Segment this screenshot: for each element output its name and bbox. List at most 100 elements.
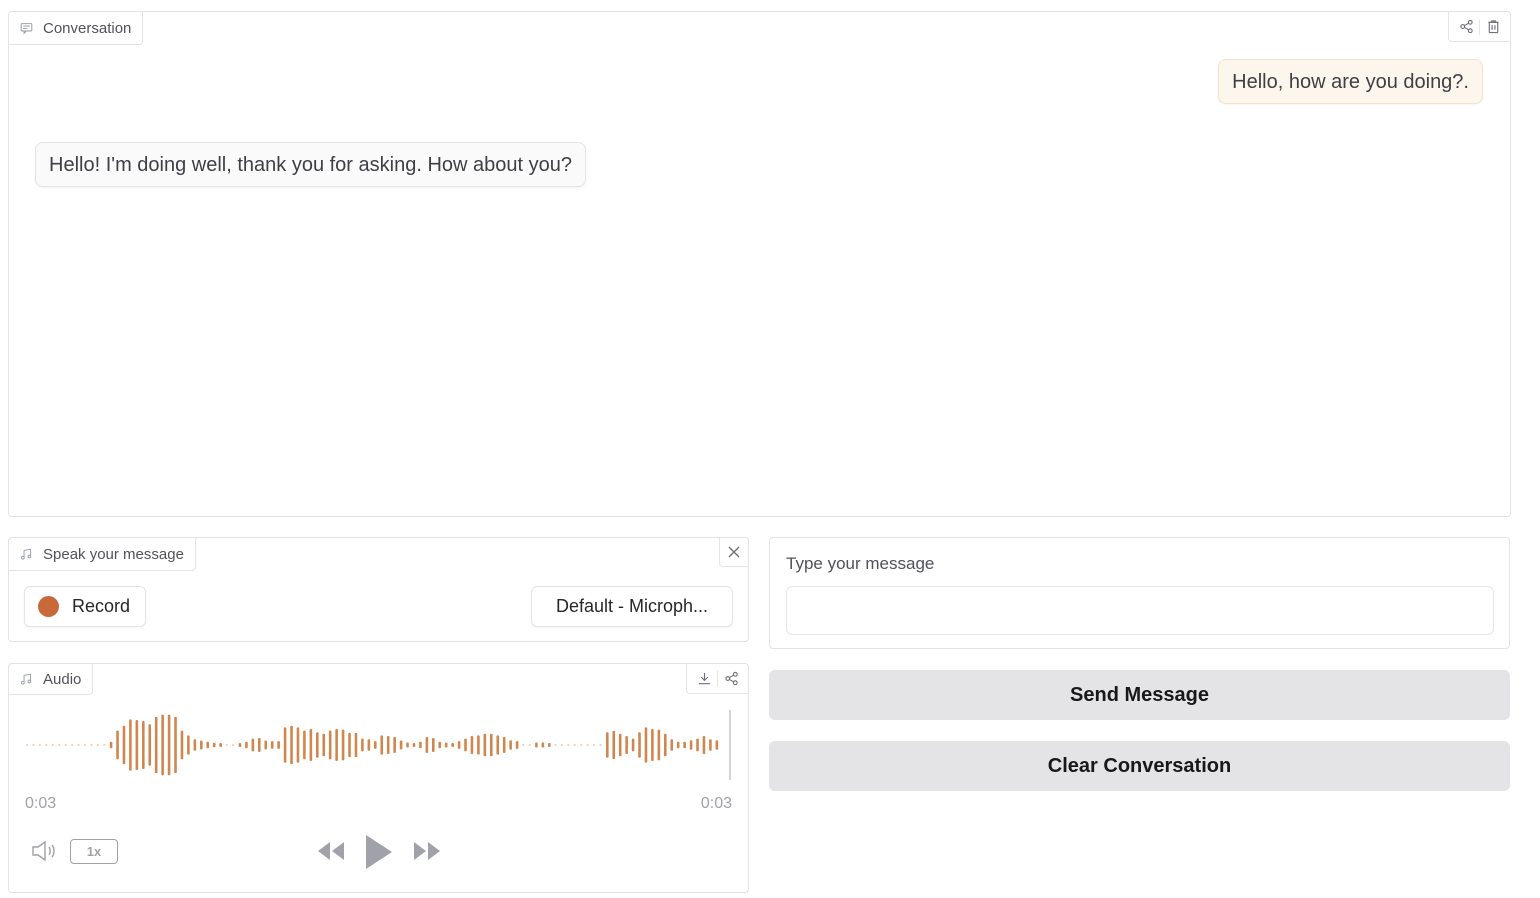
- user-message-bubble: Hello, how are you doing?.: [1218, 59, 1483, 104]
- audio-actions: [686, 663, 749, 694]
- send-message-button[interactable]: Send Message: [769, 670, 1510, 720]
- audio-panel: Audio 0:03 0:03 1x: [8, 663, 749, 893]
- waveform-bar: [696, 738, 699, 752]
- message-input-panel: Type your message: [769, 537, 1510, 649]
- waveform-bar: [161, 714, 164, 776]
- waveform-bar: [219, 743, 222, 747]
- waveform-silence-dot: [554, 744, 557, 746]
- speak-panel: Speak your message Record Default - Micr…: [8, 537, 749, 642]
- waveform-bar: [541, 742, 545, 748]
- waveform-silence-dot: [26, 744, 28, 746]
- waveform-bar: [245, 741, 248, 749]
- waveform-bar: [354, 732, 358, 758]
- waveform-bar: [367, 739, 371, 751]
- waveform-bar: [548, 743, 551, 747]
- waveform-bar: [238, 743, 242, 747]
- waveform-silence-dot: [45, 744, 48, 746]
- waveform-silence-dot: [103, 744, 106, 746]
- waveform-bar: [386, 736, 390, 754]
- rewind-icon[interactable]: [316, 840, 346, 867]
- waveform-bar: [361, 738, 364, 752]
- waveform-bar: [670, 739, 674, 751]
- playhead-cursor[interactable]: [729, 710, 731, 780]
- duration: 0:03: [700, 795, 732, 812]
- waveform-bar: [432, 737, 435, 753]
- microphone-select[interactable]: Default - Microph...: [531, 586, 733, 627]
- waveform-bar: [689, 740, 693, 750]
- waveform-bar: [316, 732, 319, 758]
- waveform-silence-dot: [522, 744, 525, 746]
- waveform-bar: [129, 719, 132, 771]
- message-input-label: Type your message: [786, 554, 935, 573]
- waveform-bar: [399, 740, 403, 750]
- waveform-bar: [406, 742, 409, 748]
- record-label: Record: [72, 596, 131, 616]
- music-note-icon: [20, 548, 32, 560]
- waveform-bar: [715, 740, 719, 750]
- waveform-bar: [438, 741, 442, 749]
- play-icon[interactable]: [364, 834, 394, 875]
- waveform-bar: [374, 741, 377, 749]
- waveform-bar: [470, 736, 474, 754]
- waveform-bar: [709, 739, 712, 751]
- waveform-bar: [425, 737, 429, 753]
- waveform-bar: [328, 730, 332, 760]
- waveform-bar: [154, 716, 158, 774]
- waveform-silence-dot: [77, 744, 80, 746]
- conversation-label: Conversation: [8, 11, 144, 45]
- playback-controls: 1x: [9, 835, 748, 869]
- waveform-silence-dot: [64, 744, 67, 746]
- waveform-bar: [457, 741, 461, 749]
- waveform-silence-dot: [586, 744, 589, 746]
- chat-icon: [20, 22, 33, 35]
- waveform-bar: [174, 716, 177, 774]
- clear-conversation-button[interactable]: Clear Conversation: [769, 741, 1510, 791]
- waveform-silence-dot: [593, 744, 596, 746]
- share-icon[interactable]: [718, 666, 744, 692]
- speak-label: Speak your message: [8, 537, 196, 571]
- waveform-silence-dot: [567, 744, 570, 746]
- close-icon[interactable]: [719, 537, 749, 567]
- waveform-bar: [393, 737, 396, 753]
- waveform-bar: [258, 737, 261, 753]
- waveform-bar: [142, 721, 145, 769]
- speak-label-text: Speak your message: [43, 545, 184, 563]
- waveform-bar: [283, 727, 287, 763]
- waveform-bar: [116, 730, 119, 760]
- waveform-bar: [206, 741, 210, 749]
- download-icon[interactable]: [691, 666, 717, 692]
- waveform-silence-dot: [90, 744, 93, 746]
- waveform-bar: [309, 729, 313, 761]
- music-note-icon: [20, 673, 32, 685]
- waveform-silence-dot: [38, 744, 41, 746]
- waveform-bar: [606, 732, 609, 758]
- waveform-bar: [277, 741, 280, 749]
- volume-icon[interactable]: [31, 838, 59, 864]
- waveform-bar: [496, 735, 500, 755]
- waveform-bar: [651, 729, 654, 761]
- message-input[interactable]: [786, 586, 1494, 635]
- waveform-bar: [296, 727, 300, 763]
- waveform-bar: [380, 735, 384, 755]
- waveform-bar: [444, 742, 448, 748]
- waveform-silence-dot: [84, 744, 86, 746]
- record-button[interactable]: Record: [24, 586, 146, 627]
- waveform-silence-dot: [71, 744, 74, 746]
- fast-forward-icon[interactable]: [412, 840, 442, 867]
- waveform-bar: [167, 714, 171, 776]
- waveform-silence-dot: [225, 744, 228, 746]
- waveform-silence-dot: [51, 744, 54, 746]
- waveform-silence-dot: [560, 744, 563, 746]
- waveform[interactable]: [24, 710, 732, 780]
- trash-icon[interactable]: [1480, 14, 1506, 40]
- waveform-bar: [535, 742, 538, 748]
- waveform-bar: [644, 727, 648, 763]
- waveform-silence-dot: [58, 744, 61, 746]
- waveform-silence-dot: [599, 744, 602, 746]
- waveform-bar: [664, 733, 667, 757]
- playback-rate-button[interactable]: 1x: [70, 839, 118, 864]
- waveform-bar: [251, 738, 255, 752]
- waveform-bar: [631, 738, 635, 752]
- conversation-actions: [1448, 11, 1511, 42]
- share-icon[interactable]: [1453, 14, 1479, 40]
